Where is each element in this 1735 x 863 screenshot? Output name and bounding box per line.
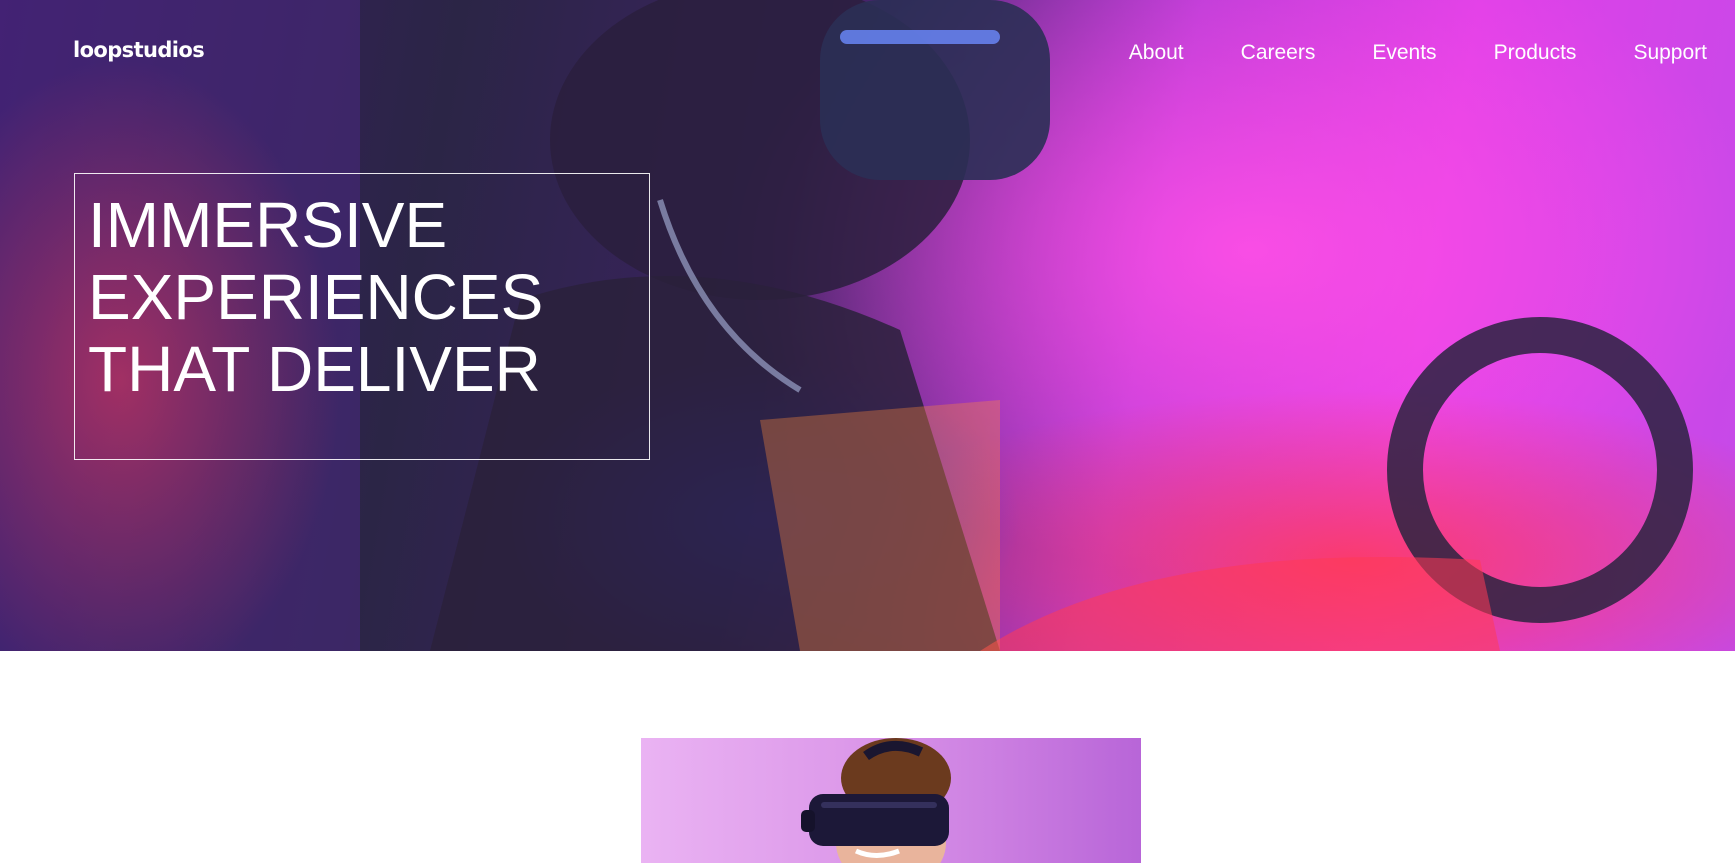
logo[interactable]: loopstudios xyxy=(73,38,205,62)
nav-link-about[interactable]: About xyxy=(1129,41,1184,65)
main-nav: About Careers Events Products Support xyxy=(1072,41,1707,65)
hero-headline-box: IMMERSIVE EXPERIENCES THAT DELIVER xyxy=(74,173,650,460)
interactive-section xyxy=(0,651,1735,863)
hero-headline-line-2: EXPERIENCES xyxy=(88,261,544,333)
interactive-image xyxy=(641,738,1141,863)
nav-link-events[interactable]: Events xyxy=(1372,41,1436,65)
vr-headset-person-photo-icon xyxy=(801,738,951,863)
nav-link-products[interactable]: Products xyxy=(1494,41,1577,65)
hero-headline-line-3: THAT DELIVER xyxy=(88,333,541,405)
nav-link-careers[interactable]: Careers xyxy=(1241,41,1316,65)
hero-headline-line-1: IMMERSIVE xyxy=(88,189,448,261)
nav-link-support[interactable]: Support xyxy=(1633,41,1707,65)
hero-section: loopstudios About Careers Events Product… xyxy=(0,0,1735,651)
